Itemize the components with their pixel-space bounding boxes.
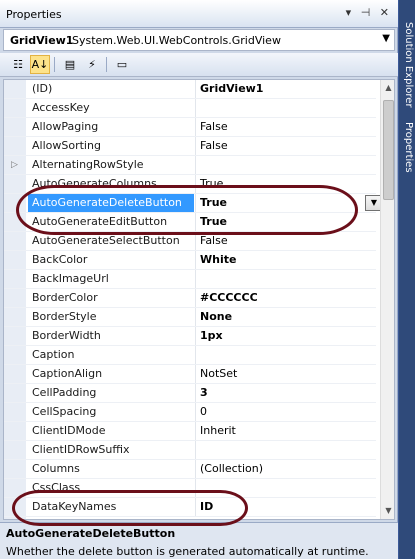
property-value[interactable] [195, 156, 376, 174]
property-name[interactable]: BorderStyle [28, 308, 194, 326]
alphabetical-icon[interactable]: A↓ [30, 55, 50, 74]
property-name[interactable]: AccessKey [28, 99, 194, 117]
property-row[interactable]: AccessKey [4, 99, 376, 118]
properties-tab[interactable]: Properties [401, 122, 414, 173]
scroll-down-icon[interactable]: ▼ [383, 506, 394, 518]
property-value[interactable] [195, 270, 376, 288]
property-row[interactable]: BorderWidth 1px [4, 327, 376, 346]
property-name[interactable]: ClientIDRowSuffix [28, 441, 194, 459]
chevron-down-icon[interactable]: ▼ [382, 33, 390, 44]
property-name[interactable]: AllowSorting [28, 137, 194, 155]
property-row[interactable]: BorderStyle None [4, 308, 376, 327]
property-row[interactable]: ClientIDRowSuffix [4, 441, 376, 460]
property-row[interactable]: CaptionAlign NotSet [4, 365, 376, 384]
property-value[interactable] [195, 441, 376, 459]
events-icon[interactable]: ⚡ [82, 55, 102, 74]
categorized-icon[interactable]: ☷ [8, 55, 28, 74]
property-grid: (ID) GridView1 AccessKey AllowPaging False Al… [3, 79, 395, 520]
property-name[interactable]: BorderWidth [28, 327, 194, 345]
properties-icon[interactable]: ▤ [60, 55, 80, 74]
property-name[interactable]: AlternatingRowStyle [28, 156, 194, 174]
property-row[interactable]: Columns (Collection) [4, 460, 376, 479]
property-value[interactable]: None [195, 308, 376, 326]
scroll-thumb[interactable] [383, 100, 394, 200]
property-row[interactable]: AllowSorting False [4, 137, 376, 156]
property-value[interactable] [195, 99, 376, 117]
property-value[interactable]: 1px [195, 327, 376, 345]
properties-panel: Properties ▾ ⊣ ✕ GridView1 System.Web.UI… [0, 0, 398, 559]
property-value[interactable]: GridView1 [195, 80, 376, 98]
expand-icon[interactable]: ▷ [11, 160, 18, 170]
property-pages-icon[interactable]: ▭ [112, 55, 132, 74]
toolbar-separator [106, 57, 107, 72]
property-row[interactable]: Caption [4, 346, 376, 365]
property-value[interactable]: False [195, 137, 376, 155]
side-tab-strip: Solution Explorer Properties [399, 0, 415, 559]
annotation-oval-autogenerate [16, 185, 358, 235]
property-name[interactable]: ClientIDMode [28, 422, 194, 440]
property-name[interactable]: BackImageUrl [28, 270, 194, 288]
property-value[interactable] [195, 346, 376, 364]
description-title: AutoGenerateDeleteButton [6, 527, 176, 540]
toolbar-separator [54, 57, 55, 72]
property-value[interactable]: False [195, 118, 376, 136]
solution-explorer-tab[interactable]: Solution Explorer [401, 22, 414, 108]
object-type: System.Web.UI.WebControls.GridView [72, 34, 281, 47]
property-name[interactable]: CellSpacing [28, 403, 194, 421]
property-row[interactable]: BorderColor #CCCCCC [4, 289, 376, 308]
panel-title: Properties [6, 8, 62, 21]
property-row[interactable]: (ID) GridView1 [4, 80, 376, 99]
property-name[interactable]: CaptionAlign [28, 365, 194, 383]
window-controls[interactable]: ▾ ⊣ ✕ [346, 6, 392, 19]
property-name[interactable]: Columns [28, 460, 194, 478]
description-text: Whether the delete button is generated a… [6, 545, 369, 558]
object-name: GridView1 [10, 34, 74, 47]
property-value[interactable]: 3 [195, 384, 376, 402]
panel-titlebar: Properties ▾ ⊣ ✕ [0, 0, 398, 28]
property-row[interactable]: BackColor White [4, 251, 376, 270]
object-selector[interactable]: GridView1 System.Web.UI.WebControls.Grid… [3, 29, 395, 51]
property-value[interactable]: NotSet [195, 365, 376, 383]
property-name[interactable]: Caption [28, 346, 194, 364]
property-name[interactable]: BackColor [28, 251, 194, 269]
properties-toolbar: ☷ A↓ ▤ ⚡ ▭ [0, 53, 398, 77]
property-row[interactable]: BackImageUrl [4, 270, 376, 289]
property-value[interactable]: (Collection) [195, 460, 376, 478]
property-row[interactable]: CellPadding 3 [4, 384, 376, 403]
property-row[interactable]: ClientIDMode Inherit [4, 422, 376, 441]
property-value[interactable]: 0 [195, 403, 376, 421]
property-value[interactable]: #CCCCCC [195, 289, 376, 307]
property-name[interactable]: (ID) [28, 80, 194, 98]
property-row[interactable]: AllowPaging False [4, 118, 376, 137]
property-name[interactable]: AllowPaging [28, 118, 194, 136]
property-row[interactable]: CellSpacing 0 [4, 403, 376, 422]
property-value[interactable]: White [195, 251, 376, 269]
property-name[interactable]: BorderColor [28, 289, 194, 307]
annotation-oval-datakeynames [12, 490, 248, 526]
description-pane: AutoGenerateDeleteButton Whether the del… [0, 522, 398, 559]
property-row[interactable]: ▷ AlternatingRowStyle [4, 156, 376, 175]
vertical-scrollbar[interactable]: ▲ ▼ [380, 80, 394, 519]
property-name[interactable]: CellPadding [28, 384, 194, 402]
scroll-up-icon[interactable]: ▲ [383, 83, 394, 95]
property-value[interactable]: Inherit [195, 422, 376, 440]
